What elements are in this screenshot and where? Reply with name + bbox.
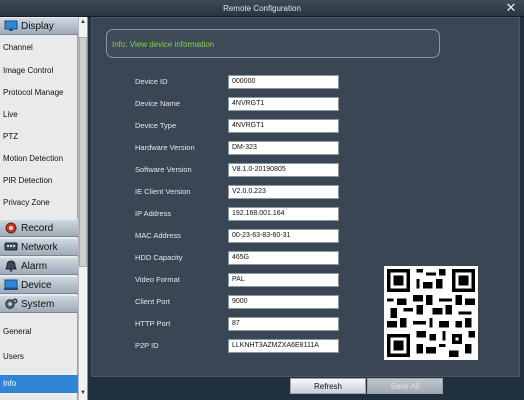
field-label: IE Client Version: [135, 187, 191, 196]
sidebar-item-ptz[interactable]: PTZ: [0, 128, 78, 146]
field-label: MAC Address: [135, 231, 181, 240]
field-label: IP Address: [135, 209, 172, 218]
field-label: Client Port: [135, 297, 171, 306]
ie-client-version-field: V2.0.0.223: [228, 185, 339, 199]
field-row-hdd-capacity: HDD Capacity 465G: [92, 251, 521, 267]
sidebar-item-live[interactable]: Live: [0, 106, 78, 124]
category-device-label: Device: [21, 280, 52, 291]
network-icon: [4, 242, 18, 251]
category-display-label: Display: [21, 21, 54, 32]
window-titlebar: Remote Configuration ✕: [0, 0, 524, 17]
category-system[interactable]: System: [0, 295, 78, 313]
sidebar-item-channel[interactable]: Channel: [0, 39, 78, 57]
scroll-thumb[interactable]: [79, 37, 87, 267]
ip-address-field: 192.168.001.164: [228, 207, 339, 221]
category-display[interactable]: Display: [0, 17, 78, 35]
field-label: Hardware Version: [135, 143, 195, 152]
field-label: Device Type: [135, 121, 177, 130]
category-device[interactable]: Device: [0, 276, 78, 294]
sidebar-item-image-control[interactable]: Image Control: [0, 62, 78, 80]
category-alarm-label: Alarm: [21, 261, 48, 272]
client-port-field: 9000: [228, 295, 339, 309]
refresh-button[interactable]: Refresh: [290, 378, 366, 394]
sidebar-item-protocol-manage[interactable]: Protocol Manage: [0, 84, 78, 102]
field-row-mac-address: MAC Address 00-23-63-83-60-31: [92, 229, 521, 245]
sidebar: Display Channel Image Control Protocol M…: [0, 17, 78, 400]
hardware-version-field: DM-323: [228, 141, 339, 155]
category-record-label: Record: [21, 223, 54, 234]
field-row-device-id: Device ID 000000: [92, 75, 521, 91]
gear-icon: [5, 298, 18, 309]
sidebar-item-info[interactable]: Info: [0, 375, 78, 393]
category-alarm[interactable]: Alarm: [0, 257, 78, 275]
field-row-device-type: Device Type 4NVRGT1: [92, 119, 521, 135]
http-port-field: 87: [228, 317, 339, 331]
mac-address-field: 00-23-63-83-60-31: [228, 229, 339, 243]
field-label: P2P ID: [135, 341, 159, 350]
field-label: HDD Capacity: [135, 253, 183, 262]
info-panel: Info: View device information Device ID …: [91, 17, 520, 377]
category-system-label: System: [21, 299, 55, 310]
sidebar-scrollbar[interactable]: ▲ ▼: [78, 17, 88, 400]
scroll-up-icon[interactable]: ▲: [79, 18, 87, 26]
device-name-field: 4NVRGT1: [228, 97, 339, 111]
sidebar-item-general[interactable]: General: [0, 323, 78, 341]
info-header: Info: View device information: [112, 40, 215, 49]
category-network-label: Network: [21, 242, 58, 253]
field-label: Software Version: [135, 165, 192, 174]
p2p-id-field: LLKNHT3AZMZXA6E8111A: [228, 339, 339, 353]
main-area: Info: View device information Device ID …: [88, 17, 524, 400]
close-icon[interactable]: ✕: [504, 0, 518, 17]
hdd-capacity-field: 465G: [228, 251, 339, 265]
qr-code-icon: [384, 266, 478, 360]
field-label: HTTP Port: [135, 319, 171, 328]
sidebar-item-pir-detection[interactable]: PIR Detection: [0, 172, 78, 190]
video-format-field: PAL: [228, 273, 339, 287]
field-label: Device Name: [135, 99, 181, 108]
scroll-down-icon[interactable]: ▼: [79, 389, 87, 397]
sidebar-item-privacy-zone[interactable]: Privacy Zone: [0, 194, 78, 212]
record-icon: [5, 222, 17, 234]
field-label: Device ID: [135, 77, 168, 86]
save-all-button[interactable]: Save All: [367, 378, 443, 394]
alarm-bell-icon: [5, 260, 17, 272]
window-title: Remote Configuration: [223, 4, 301, 13]
sidebar-item-motion-detection[interactable]: Motion Detection: [0, 150, 78, 168]
field-label: Video Format: [135, 275, 180, 284]
software-version-field: V8.1.0-20190805: [228, 163, 339, 177]
category-record[interactable]: Record: [0, 219, 78, 237]
category-network[interactable]: Network: [0, 238, 78, 256]
field-row-hardware-version: Hardware Version DM-323: [92, 141, 521, 157]
field-row-ie-client-version: IE Client Version V2.0.0.223: [92, 185, 521, 201]
device-icon: [4, 279, 18, 290]
device-id-field: 000000: [228, 75, 339, 89]
field-row-software-version: Software Version V8.1.0-20190805: [92, 163, 521, 179]
device-type-field: 4NVRGT1: [228, 119, 339, 133]
field-row-device-name: Device Name 4NVRGT1: [92, 97, 521, 113]
info-header-box: Info: View device information: [106, 29, 440, 58]
field-row-ip-address: IP Address 192.168.001.164: [92, 207, 521, 223]
monitor-icon: [4, 20, 18, 31]
sidebar-item-users[interactable]: Users: [0, 348, 78, 366]
